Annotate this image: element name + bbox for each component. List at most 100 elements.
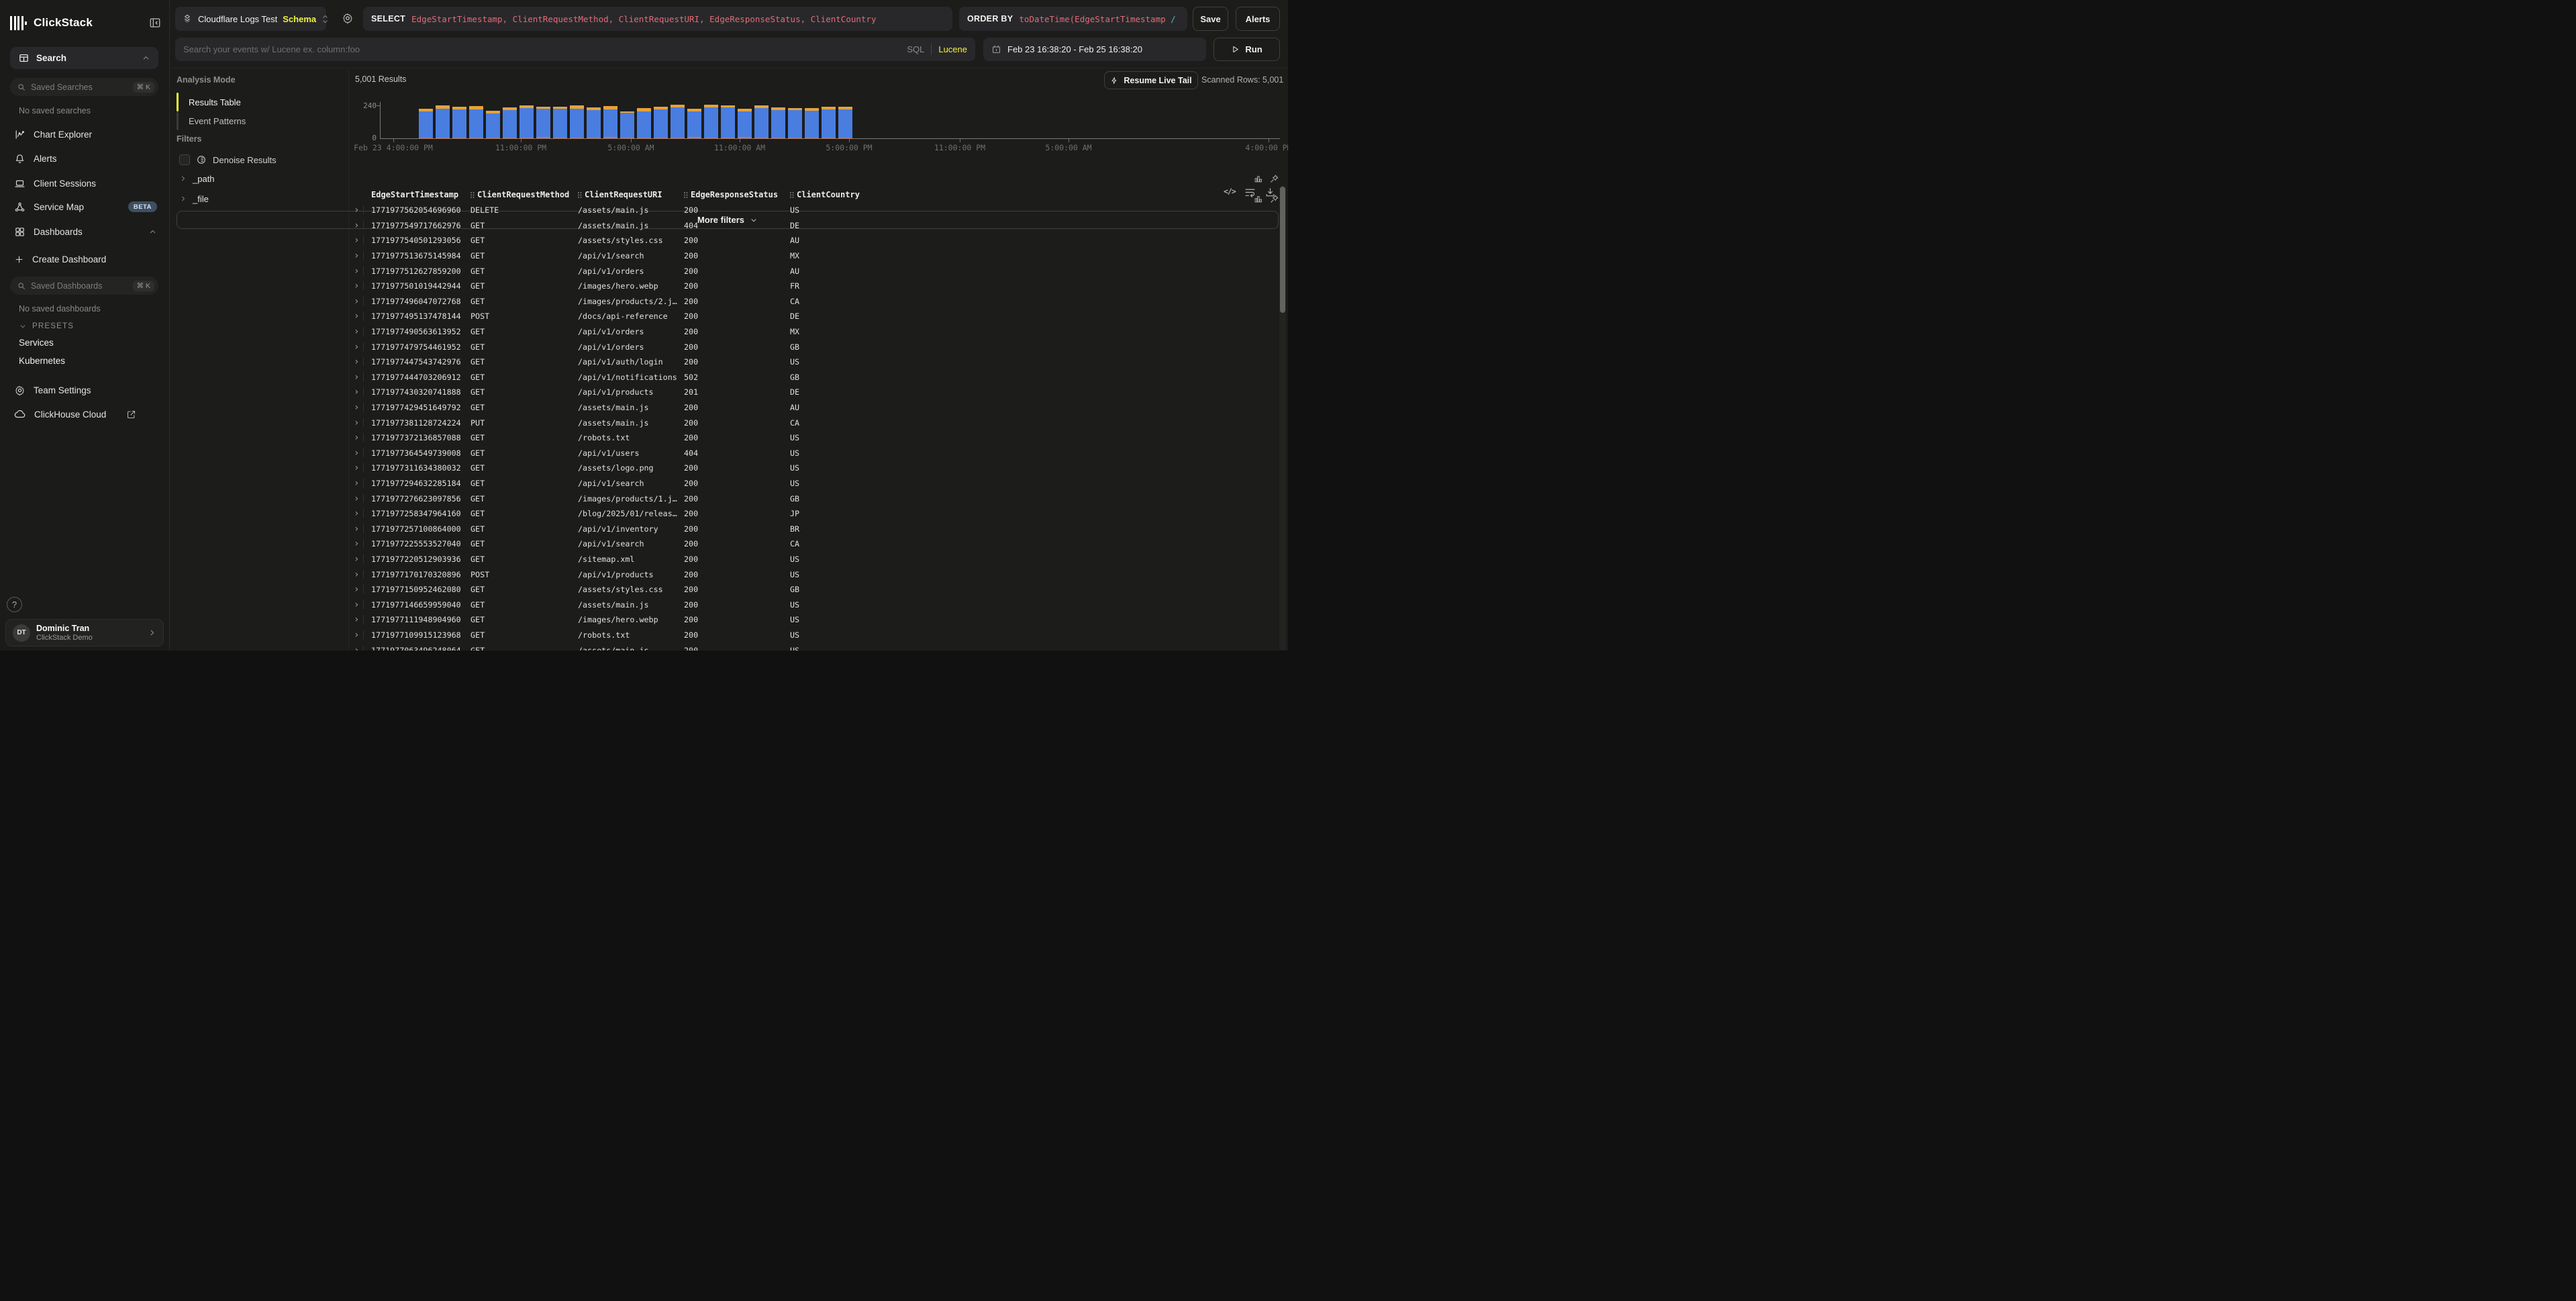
table-row[interactable]: ›1771977257100864000GET/api/v1/inventory… <box>354 521 1273 536</box>
table-row[interactable]: ›1771977109915123968GET/robots.txt200US <box>354 628 1273 643</box>
saved-dashboards-input[interactable] <box>31 281 128 291</box>
view-source-icon[interactable]: </> <box>1224 187 1236 198</box>
col-header-EdgeResponseStatus[interactable]: EdgeResponseStatus <box>684 190 790 199</box>
chevron-up-icon[interactable] <box>148 228 157 236</box>
table-row[interactable]: ›1771977479754461952GET/api/v1/orders200… <box>354 339 1273 354</box>
row-expand-chevron-icon[interactable]: › <box>354 433 359 442</box>
col-header-EdgeStartTimestamp[interactable]: EdgeStartTimestamp <box>371 190 470 199</box>
row-expand-chevron-icon[interactable]: › <box>354 418 359 428</box>
histogram-bar[interactable] <box>637 108 651 138</box>
histogram-bar[interactable] <box>788 108 802 138</box>
row-expand-chevron-icon[interactable]: › <box>354 646 359 650</box>
table-row[interactable]: ›1771977429451649792GET/assets/main.js20… <box>354 400 1273 416</box>
histogram-bar[interactable] <box>822 107 836 138</box>
row-expand-chevron-icon[interactable]: › <box>354 373 359 382</box>
histogram-bar[interactable] <box>603 106 617 138</box>
wrap-lines-icon[interactable] <box>1244 187 1256 198</box>
table-row[interactable]: ›1771977447543742976GET/api/v1/auth/logi… <box>354 354 1273 370</box>
table-row[interactable]: ›1771977225553527040GET/api/v1/search200… <box>354 536 1273 552</box>
source-settings-gear-icon[interactable] <box>342 12 354 26</box>
histogram-bar[interactable] <box>486 111 500 138</box>
pin-icon[interactable] <box>1269 174 1279 184</box>
row-expand-chevron-icon[interactable]: › <box>354 267 359 276</box>
drag-handle-icon[interactable] <box>470 192 472 193</box>
histogram-bar[interactable] <box>671 105 685 138</box>
histogram-bar[interactable] <box>553 107 567 138</box>
table-row[interactable]: ›1771977063496248064GET/assets/main.js20… <box>354 642 1273 650</box>
sidebar-item-search[interactable]: Search <box>10 47 158 69</box>
row-expand-chevron-icon[interactable]: › <box>354 524 359 534</box>
mode-sql-toggle[interactable]: SQL <box>907 44 924 54</box>
row-expand-chevron-icon[interactable]: › <box>354 387 359 397</box>
table-row[interactable]: ›1771977562054696960DELETE/assets/main.j… <box>354 203 1273 218</box>
table-row[interactable]: ›1771977513675145984GET/api/v1/search200… <box>354 248 1273 264</box>
histogram-bar[interactable] <box>721 105 735 138</box>
row-expand-chevron-icon[interactable]: › <box>354 630 359 640</box>
table-row[interactable]: ›1771977311634380032GET/assets/logo.png2… <box>354 461 1273 476</box>
table-row[interactable]: ›1771977150952462080GET/assets/styles.cs… <box>354 582 1273 597</box>
table-row[interactable]: ›1771977220512903936GET/sitemap.xml200US <box>354 552 1273 567</box>
table-row[interactable]: ›1771977490563613952GET/api/v1/orders200… <box>354 324 1273 340</box>
sidebar-item-chart-explorer[interactable]: Chart Explorer <box>10 124 161 144</box>
sidebar-item-clickhouse-cloud[interactable]: ClickHouse Cloud <box>10 404 161 424</box>
row-expand-chevron-icon[interactable]: › <box>354 570 359 579</box>
time-range-picker[interactable]: Feb 23 16:38:20 - Feb 25 16:38:20 <box>983 38 1206 61</box>
row-expand-chevron-icon[interactable]: › <box>354 479 359 488</box>
sidebar-collapse-button[interactable] <box>149 17 161 29</box>
row-expand-chevron-icon[interactable]: › <box>354 555 359 564</box>
table-row[interactable]: ›1771977540501293056GET/assets/styles.cs… <box>354 233 1273 248</box>
table-row[interactable]: ›1771977364549739008GET/api/v1/users404U… <box>354 446 1273 461</box>
presets-toggle[interactable]: PRESETS <box>19 322 74 330</box>
row-expand-chevron-icon[interactable]: › <box>354 327 359 336</box>
row-expand-chevron-icon[interactable]: › <box>354 342 359 352</box>
table-row[interactable]: ›1771977495137478144POST/docs/api-refere… <box>354 309 1273 324</box>
table-row[interactable]: ›1771977294632285184GET/api/v1/search200… <box>354 476 1273 491</box>
row-expand-chevron-icon[interactable]: › <box>354 281 359 291</box>
save-button[interactable]: Save <box>1193 7 1228 31</box>
table-row[interactable]: ›1771977501019442944GET/images/hero.webp… <box>354 279 1273 294</box>
histogram-bar[interactable] <box>587 107 601 138</box>
histogram-bar[interactable] <box>704 105 718 138</box>
table-row[interactable]: ›1771977444703206912GET/api/v1/notificat… <box>354 370 1273 385</box>
col-header-ClientRequestMethod[interactable]: ClientRequestMethod <box>470 190 578 199</box>
drag-handle-icon[interactable] <box>790 192 791 193</box>
table-row[interactable]: ›1771977430320741888GET/api/v1/products2… <box>354 385 1273 400</box>
row-expand-chevron-icon[interactable]: › <box>354 509 359 518</box>
histogram-bar[interactable] <box>805 108 819 138</box>
histogram-bar[interactable] <box>452 107 466 138</box>
row-expand-chevron-icon[interactable]: › <box>354 615 359 624</box>
event-search-input[interactable] <box>183 44 900 54</box>
help-button[interactable]: ? <box>7 597 22 612</box>
col-header-ClientCountry[interactable]: ClientCountry <box>790 190 1273 199</box>
histogram-bar[interactable] <box>536 107 550 138</box>
histogram-bar[interactable] <box>738 109 752 138</box>
table-row[interactable]: ›1771977170170320896POST/api/v1/products… <box>354 567 1273 582</box>
sidebar-item-alerts[interactable]: Alerts <box>10 148 161 168</box>
table-row[interactable]: ›1771977496047072768GET/images/products/… <box>354 294 1273 309</box>
mode-lucene-toggle[interactable]: Lucene <box>938 44 967 54</box>
orderby-clause-editor[interactable]: ORDER BY toDateTime(EdgeStartTimestamp / <box>959 7 1187 31</box>
table-row[interactable]: ›1771977111948904960GET/images/hero.webp… <box>354 612 1273 628</box>
row-expand-chevron-icon[interactable]: › <box>354 600 359 610</box>
source-selector[interactable]: Cloudflare Logs Test Schema <box>175 7 326 31</box>
user-menu[interactable]: DT Dominic Tran ClickStack Demo <box>5 619 164 646</box>
table-row[interactable]: ›1771977512627859200GET/api/v1/orders200… <box>354 263 1273 279</box>
histogram-bar[interactable] <box>570 105 584 138</box>
row-expand-chevron-icon[interactable]: › <box>354 585 359 594</box>
sidebar-item-team-settings[interactable]: Team Settings <box>10 380 161 400</box>
scrollbar-thumb[interactable] <box>1280 187 1285 313</box>
row-expand-chevron-icon[interactable]: › <box>354 251 359 260</box>
row-expand-chevron-icon[interactable]: › <box>354 463 359 473</box>
histogram-bar[interactable] <box>687 109 701 138</box>
histogram-bar[interactable] <box>838 107 852 138</box>
row-expand-chevron-icon[interactable]: › <box>354 221 359 230</box>
sidebar-item-service-map[interactable]: Service Map BETA <box>10 197 161 217</box>
run-button[interactable]: Run <box>1213 38 1280 61</box>
saved-searches-input[interactable] <box>31 83 128 92</box>
drag-handle-icon[interactable] <box>684 192 685 193</box>
select-clause-editor[interactable]: SELECT EdgeStartTimestamp, ClientRequest… <box>363 7 952 31</box>
preset-kubernetes[interactable]: Kubernetes <box>19 356 65 366</box>
table-row[interactable]: ›1771977372136857088GET/robots.txt200US <box>354 430 1273 446</box>
histogram-bar[interactable] <box>620 111 634 138</box>
create-dashboard-button[interactable]: Create Dashboard <box>10 249 161 269</box>
